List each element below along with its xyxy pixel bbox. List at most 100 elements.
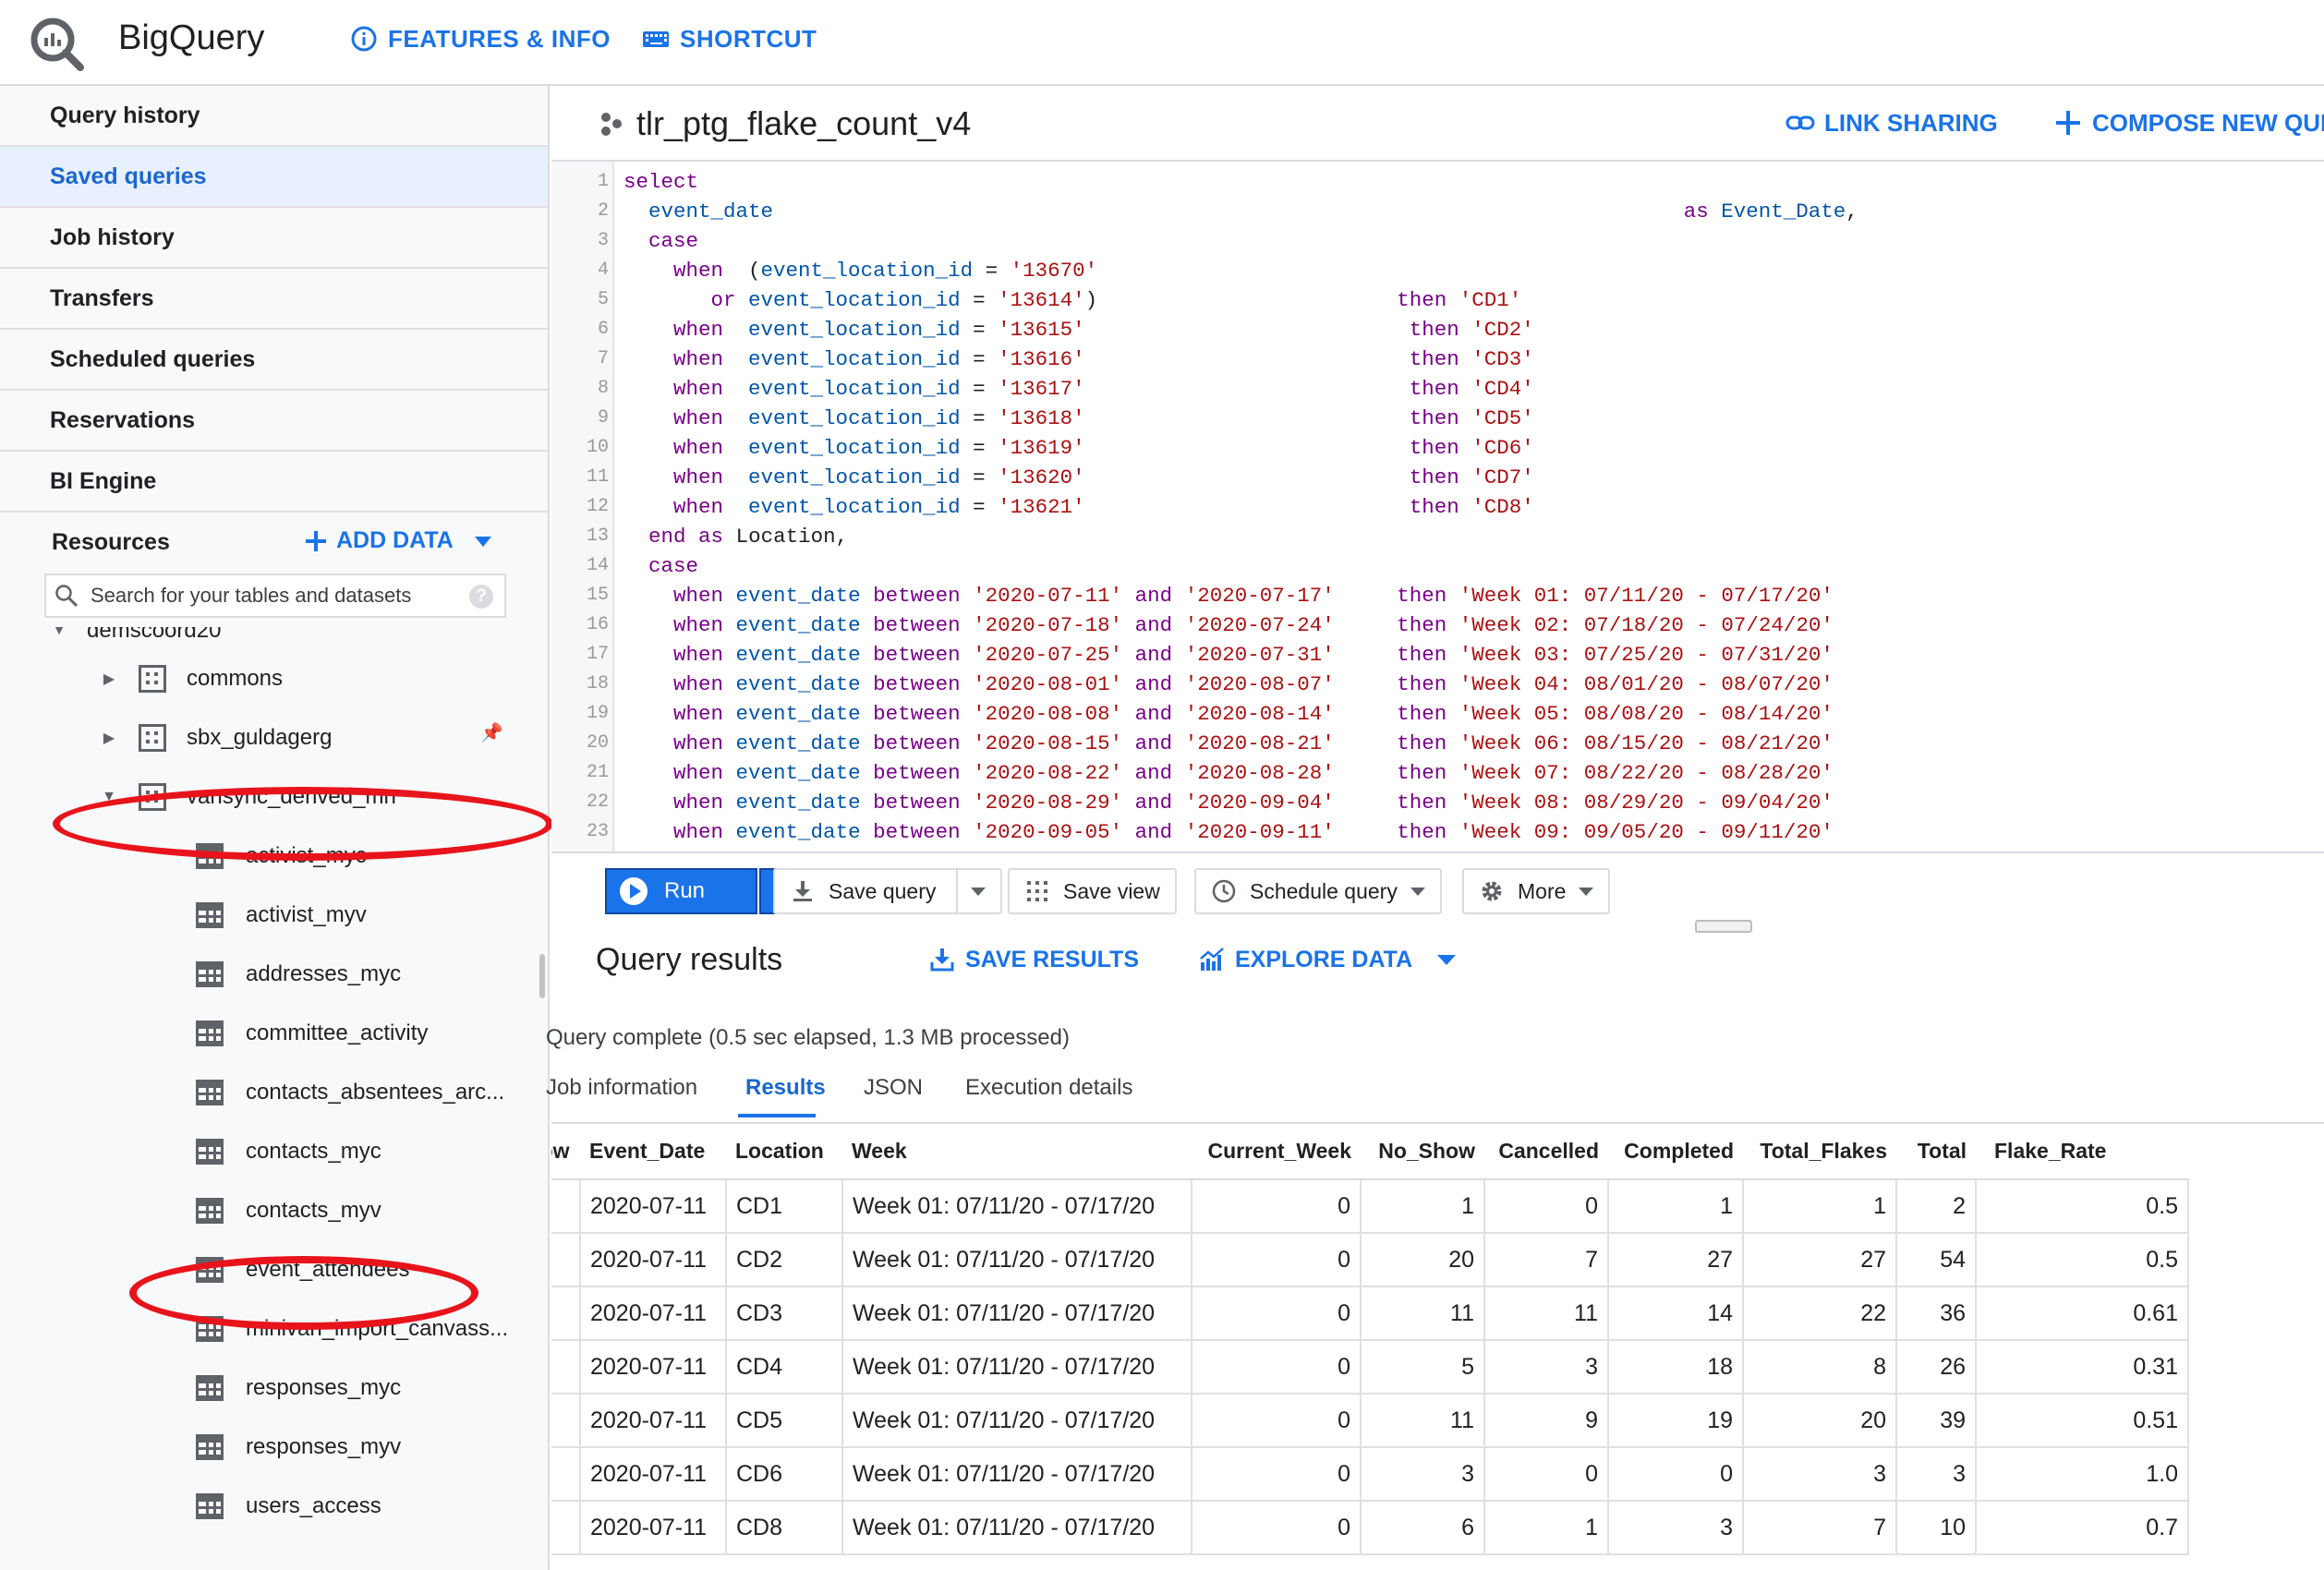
query-title-bar: tlr_ptg_flake_count_v4 LINK SHARING COMP…	[551, 86, 2324, 162]
expand-arrow-icon[interactable]: ▶	[100, 729, 118, 747]
table-cell: 0	[1191, 1340, 1362, 1395]
table-cell: 7	[1742, 1501, 1897, 1555]
table-node[interactable]: responses_myv	[196, 1423, 401, 1471]
code-token: 'Week 06: 08/15/20 - 08/21/20'	[1459, 731, 1834, 755]
code-token: 'CD6'	[1471, 436, 1534, 460]
shortcut-link[interactable]: SHORTCUT	[641, 24, 817, 54]
table-node[interactable]: activist_myv	[196, 891, 367, 939]
compose-new-query-button[interactable]: COMPOSE NEW QUERY	[2053, 108, 2324, 138]
table-cell: 3	[551, 1286, 581, 1341]
table-cell: 2020-07-11	[579, 1501, 727, 1555]
table-node[interactable]: contacts_myv	[196, 1187, 381, 1235]
code-text: when event_date between '2020-07-25' and…	[623, 640, 1834, 670]
collapse-arrow-icon[interactable]: ▼	[50, 627, 68, 639]
run-button[interactable]: Run	[605, 868, 757, 914]
code-token: event_location_id	[748, 347, 961, 371]
features-info-link[interactable]: FEATURES & INFO	[349, 24, 611, 54]
nav-query-history[interactable]: Query history	[0, 86, 548, 147]
table-cell: 2020-07-11	[579, 1447, 727, 1502]
code-token: case	[648, 554, 699, 578]
table-node[interactable]: committee_activity	[196, 1009, 428, 1057]
more-button[interactable]: More	[1462, 868, 1611, 914]
shared-query-icon	[601, 113, 622, 136]
dataset-node[interactable]: ▶ sbx_guldagerg	[100, 714, 332, 762]
line-number: 20	[586, 732, 609, 754]
column-header: Week	[842, 1124, 1192, 1180]
dropdown-caret-icon	[1437, 955, 1457, 965]
nav-scheduled-queries[interactable]: Scheduled queries	[0, 330, 548, 391]
nav-bi-engine[interactable]: BI Engine	[0, 452, 548, 513]
help-icon[interactable]: ?	[469, 585, 493, 609]
code-token: event_date	[735, 643, 861, 667]
table-label: users_access	[246, 1493, 381, 1518]
code-token: '13619'	[998, 436, 1085, 460]
save-results-button[interactable]: SAVE RESULTS	[928, 946, 1139, 973]
code-token: '2020-08-21'	[1184, 731, 1335, 755]
code-token: '13615'	[998, 318, 1085, 342]
table-cell: CD5	[725, 1394, 843, 1448]
code-token: event_location_id	[748, 436, 961, 460]
sql-editor[interactable]: 1 select 2 event_date as Event_Date, 3 case…	[551, 162, 2324, 851]
project-node[interactable]: ▼ demscoord20	[50, 627, 221, 655]
code-text: when event_location_id = '13617' then 'C…	[623, 374, 1534, 404]
chevron-down-icon[interactable]	[971, 887, 986, 896]
explore-data-button[interactable]: EXPLORE DATA	[1198, 946, 1460, 973]
add-data-label: ADD DATA	[336, 527, 454, 553]
table-node[interactable]: contacts_absentees_arc...	[196, 1069, 504, 1117]
line-number: 4	[597, 260, 609, 281]
table-cell: 1	[1742, 1179, 1897, 1234]
resize-handle[interactable]	[1695, 920, 1752, 933]
tab-execution-details[interactable]: Execution details	[965, 1075, 1132, 1101]
tab-json[interactable]: JSON	[864, 1075, 923, 1101]
save-query-button[interactable]: Save query	[773, 868, 1003, 914]
table-node[interactable]: addresses_myc	[196, 950, 401, 998]
code-text: when event_date between '2020-08-22' and…	[623, 758, 1834, 788]
column-header: No_Show	[1361, 1124, 1484, 1180]
resource-search-input[interactable]	[91, 584, 460, 608]
save-view-button[interactable]: Save view	[1008, 868, 1177, 914]
dataset-node[interactable]: ▶ commons	[100, 655, 283, 703]
nav-saved-queries[interactable]: Saved queries	[0, 147, 548, 208]
tab-job-information[interactable]: Job information	[546, 1075, 697, 1101]
code-token: then	[1397, 584, 1447, 608]
expand-arrow-icon[interactable]: ▶	[100, 670, 118, 688]
table-node[interactable]: contacts_myc	[196, 1128, 381, 1176]
link-sharing-label: LINK SHARING	[1824, 108, 1998, 137]
code-token: then	[1409, 495, 1459, 519]
link-icon	[1785, 115, 1815, 130]
table-node[interactable]: users_access	[196, 1482, 381, 1530]
link-sharing-button[interactable]: LINK SHARING	[1785, 108, 1998, 138]
code-token: '2020-08-28'	[1184, 761, 1335, 785]
table-cell: 8	[1742, 1340, 1897, 1395]
sidebar-scrollbar[interactable]	[539, 954, 545, 998]
code-token: event_location_id	[748, 288, 961, 312]
table-node[interactable]: responses_myc	[196, 1364, 401, 1412]
nav-job-history[interactable]: Job history	[0, 208, 548, 269]
schedule-query-button[interactable]: Schedule query	[1194, 868, 1442, 914]
tab-results[interactable]: Results	[745, 1075, 826, 1101]
nav-reservations[interactable]: Reservations	[0, 391, 548, 452]
pin-icon[interactable]: 📌	[480, 721, 503, 744]
nav-transfers[interactable]: Transfers	[0, 269, 548, 330]
add-data-button[interactable]: ADD DATA	[303, 527, 496, 554]
code-token: when	[673, 259, 724, 283]
